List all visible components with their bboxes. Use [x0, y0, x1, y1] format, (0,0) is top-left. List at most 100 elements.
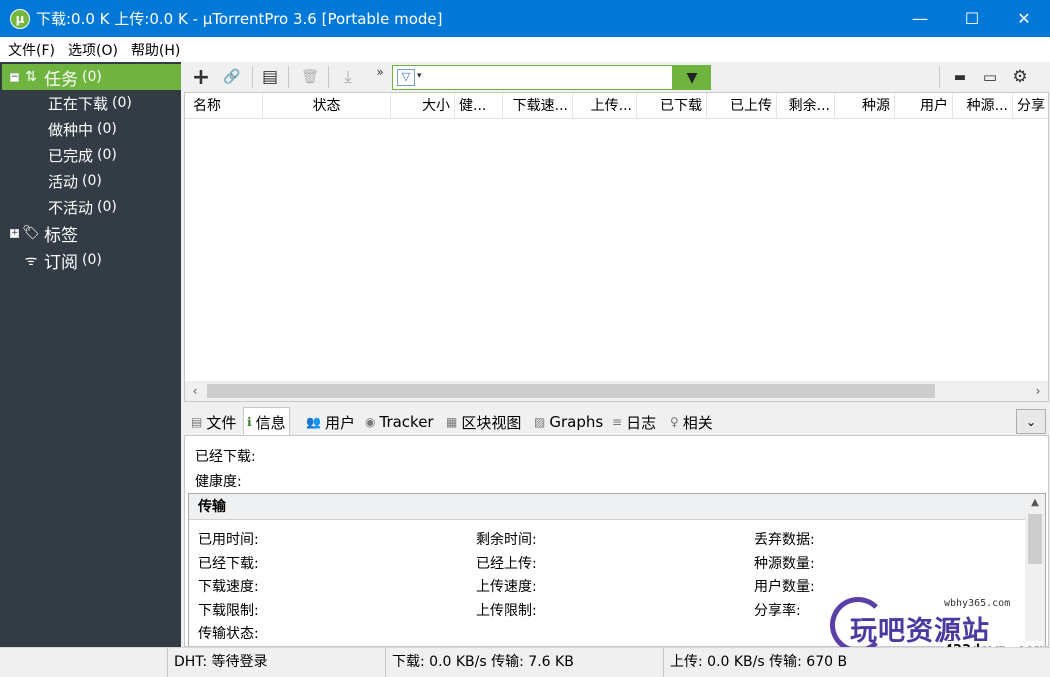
column-header-uploaded[interactable]: 已上传 — [707, 93, 777, 118]
remote-monitor-icon[interactable]: ▭ — [978, 65, 1002, 89]
sidebar-item-count: (0) — [82, 69, 102, 85]
collapse-panel-button[interactable]: ⌄ — [1016, 409, 1046, 434]
scroll-right-icon[interactable]: › — [1028, 381, 1048, 401]
tab-label: Tracker — [379, 413, 434, 431]
transfer-arrows-icon: ⇅ — [25, 69, 37, 85]
chat-icon[interactable]: ▬ — [948, 65, 972, 89]
sidebar-item-count: (0) — [112, 95, 132, 111]
upload-status[interactable]: 上传: 0.0 KB/s 传输: 670 B — [663, 648, 863, 677]
tab-label: 区块视图 — [461, 413, 522, 432]
column-header-name[interactable]: 名称 — [185, 93, 263, 118]
sidebar-item-count: (0) — [97, 147, 117, 163]
sidebar-item-label: 已完成 — [48, 146, 94, 165]
wasted-label: 丢弃数据: — [754, 532, 815, 548]
chevron-down-icon[interactable]: ▾ — [417, 71, 422, 81]
horizontal-scrollbar[interactable]: ‹ › — [185, 381, 1048, 401]
log-icon: ≡ — [612, 415, 623, 429]
tab-tracker[interactable]: ◉ Tracker — [361, 409, 438, 435]
sidebar-item-label: 任务 — [44, 69, 78, 90]
column-header-health[interactable]: 健... — [455, 93, 503, 118]
column-header-remaining[interactable]: 剩余... — [777, 93, 835, 118]
main-toolbar: + 🔗 ▤ 🗑 ⤓ » ▽ ▾ ▼ ▬ ▭ ⚙ — [184, 62, 1050, 92]
remove-torrent-button[interactable]: 🗑 — [298, 65, 322, 89]
window-controls: — ☐ ✕ — [894, 0, 1050, 37]
expand-icon[interactable]: + — [10, 228, 19, 238]
scroll-left-icon[interactable]: ‹ — [185, 381, 205, 401]
column-header-ratio[interactable]: 分享 — [1013, 93, 1048, 118]
upload-limit-label: 上传限制: — [476, 603, 537, 619]
tab-label: 用户 — [324, 413, 355, 432]
column-header-downloaded[interactable]: 已下载 — [637, 93, 707, 118]
column-header-seeds[interactable]: 种源 — [835, 93, 895, 118]
minimize-button[interactable]: — — [894, 0, 946, 37]
create-torrent-button[interactable]: ▤ — [258, 65, 282, 89]
scrollbar-thumb[interactable] — [1028, 514, 1042, 564]
elapsed-time-label: 已用时间: — [198, 532, 259, 548]
tab-graphs[interactable]: ▨ Graphs — [530, 409, 607, 435]
sidebar-item-labels[interactable]: + 🏷 标签 — [2, 220, 181, 246]
sidebar-item-tasks[interactable]: − ⇅ 任务 (0) — [2, 64, 181, 90]
toolbar-overflow-button[interactable]: » — [368, 60, 392, 84]
column-header-seeds-peers[interactable]: 种源... — [953, 93, 1013, 118]
upload-speed-label: 上传速度: — [476, 579, 537, 595]
sidebar-item-active[interactable]: 活动 (0) — [48, 168, 102, 194]
sidebar-item-completed[interactable]: 已完成 (0) — [48, 142, 117, 168]
column-header-up-speed[interactable]: 上传... — [573, 93, 637, 118]
file-icon: ▤ — [191, 415, 203, 429]
torrent-list[interactable]: 名称 状态 大小 健... 下载速... 上传... 已下载 已上传 剩余...… — [184, 92, 1049, 402]
sidebar-item-label: 做种中 — [48, 120, 94, 139]
tab-peers[interactable]: 👥 用户 — [302, 409, 359, 435]
download-status[interactable]: 下载: 0.0 KB/s 传输: 7.6 KB — [385, 648, 663, 677]
utorrent-logo-icon: µ — [10, 8, 30, 29]
tab-pieces[interactable]: ▦ 区块视图 — [442, 409, 525, 435]
column-header-status[interactable]: 状态 — [263, 93, 391, 118]
scroll-up-icon[interactable]: ▲ — [1025, 494, 1045, 512]
close-button[interactable]: ✕ — [998, 0, 1050, 37]
filter-button[interactable]: ▼ — [673, 65, 711, 90]
menu-options[interactable]: 选项(O) — [68, 40, 118, 60]
users-icon: 👥 — [306, 415, 321, 429]
settings-gear-icon[interactable]: ⚙ — [1008, 65, 1032, 89]
search-filter[interactable]: ▽ ▾ — [392, 65, 673, 90]
info-icon: ℹ — [247, 415, 252, 429]
lightbulb-icon: ♀ — [670, 415, 679, 429]
sidebar-item-label: 活动 — [48, 172, 79, 191]
tab-related[interactable]: ♀ 相关 — [666, 409, 717, 435]
start-download-button[interactable]: ⤓ — [336, 65, 360, 89]
sidebar-item-count: (0) — [82, 252, 102, 268]
tab-files[interactable]: ▤ 文件 — [187, 409, 240, 435]
category-sidebar: − ⇅ 任务 (0) 正在下载 (0) 做种中 (0) 已完成 (0) 活动 (… — [0, 62, 181, 647]
sidebar-item-inactive[interactable]: 不活动 (0) — [48, 194, 117, 220]
menu-help[interactable]: 帮助(H) — [131, 40, 180, 60]
watermark-site: wbhy365.com — [944, 598, 1011, 609]
filter-icon[interactable]: ▽ — [397, 69, 415, 86]
tab-label: Graphs — [549, 413, 604, 431]
tab-label: 信息 — [255, 413, 286, 432]
sidebar-item-count: (0) — [82, 173, 102, 189]
sidebar-item-feeds[interactable]: ᯤ 订阅 (0) — [2, 247, 181, 273]
column-header-peers[interactable]: 用户 — [895, 93, 953, 118]
collapse-icon[interactable]: − — [10, 72, 19, 82]
vertical-scrollbar[interactable]: ▲ — [1025, 494, 1045, 646]
column-header-down-speed[interactable]: 下载速... — [503, 93, 573, 118]
tab-info[interactable]: ℹ 信息 — [243, 407, 290, 436]
maximize-button[interactable]: ☐ — [946, 0, 998, 37]
menu-file[interactable]: 文件(F) — [8, 40, 55, 60]
seeds-label: 种源数量: — [754, 556, 815, 572]
uploaded-label: 已经上传: — [476, 556, 537, 572]
scrollbar-thumb[interactable] — [207, 384, 935, 398]
menu-bar: 文件(F) 选项(O) 帮助(H) — [0, 37, 1050, 62]
sidebar-item-label: 正在下载 — [48, 94, 109, 113]
sidebar-item-downloading[interactable]: 正在下载 (0) — [48, 90, 132, 116]
rss-icon: ᯤ — [24, 252, 38, 269]
remaining-time-label: 剩余时间: — [476, 532, 537, 548]
add-link-button[interactable]: 🔗 — [220, 65, 244, 89]
sidebar-item-label: 标签 — [44, 225, 78, 246]
column-header-size[interactable]: 大小 — [391, 93, 455, 118]
detail-tabs: ▤ 文件 ℹ 信息 👥 用户 ◉ Tracker ▦ 区块视图 ▨ Graphs… — [184, 407, 1050, 436]
tab-log[interactable]: ≡ 日志 — [608, 409, 660, 435]
add-torrent-button[interactable]: + — [189, 65, 213, 90]
sidebar-item-count: (0) — [97, 199, 117, 215]
toolbar-divider — [939, 66, 940, 88]
sidebar-item-seeding[interactable]: 做种中 (0) — [48, 116, 117, 142]
